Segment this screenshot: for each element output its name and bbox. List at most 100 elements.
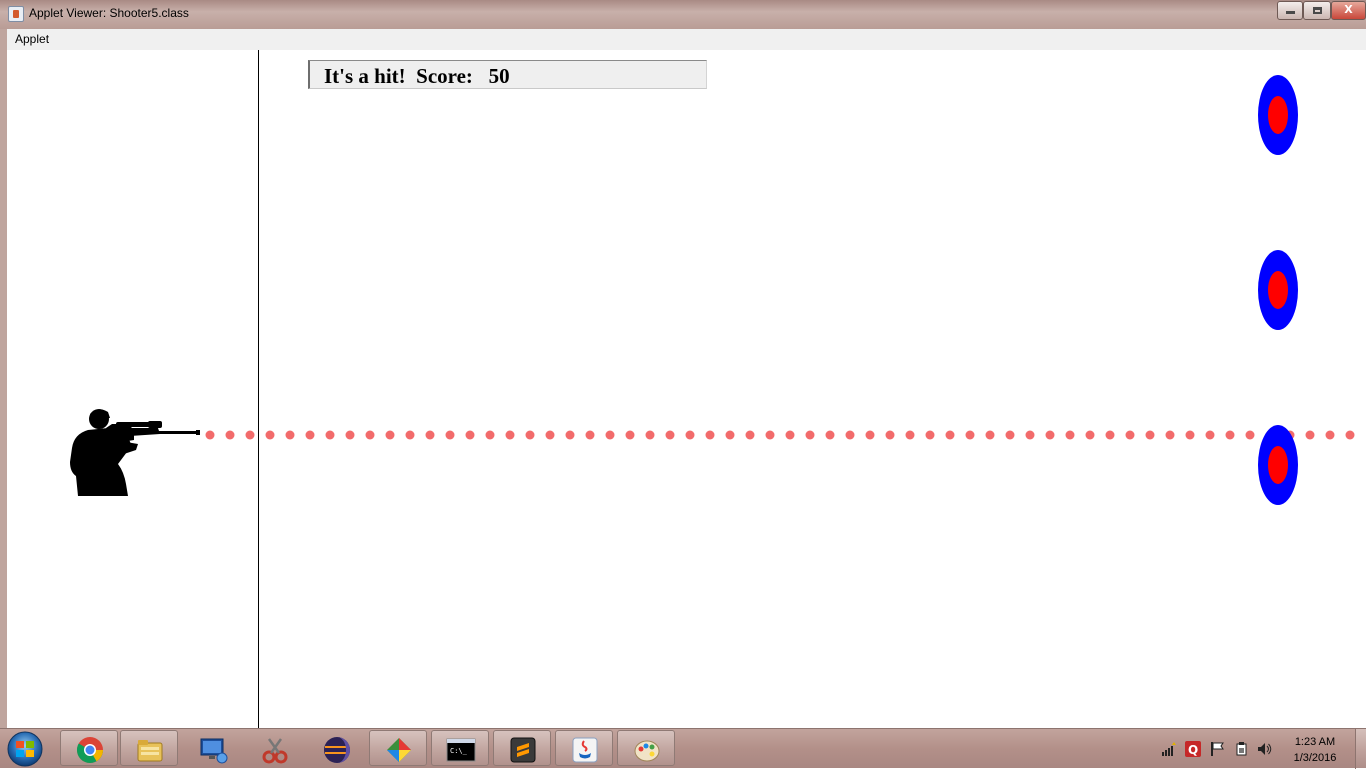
bullseye-target bbox=[1258, 75, 1298, 155]
bullet-dot bbox=[465, 430, 475, 440]
status-box: It's a hit! Score: 50 bbox=[308, 60, 707, 89]
bullet-dot bbox=[1205, 430, 1215, 440]
q-app-icon[interactable]: Q bbox=[1185, 741, 1201, 757]
bullet-dot bbox=[705, 430, 715, 440]
windows-start-orb-icon[interactable] bbox=[4, 730, 46, 768]
file-explorer-icon bbox=[137, 740, 163, 762]
taskbar-chrome-button[interactable] bbox=[60, 730, 118, 766]
taskbar-remote-desktop-button[interactable] bbox=[183, 730, 241, 766]
svg-text:Q: Q bbox=[1188, 743, 1198, 757]
bullet-dot bbox=[1305, 430, 1315, 440]
network-icon[interactable] bbox=[1161, 741, 1177, 757]
maximize-button[interactable] bbox=[1303, 1, 1331, 20]
bullet-dot bbox=[425, 430, 435, 440]
taskbar-clock[interactable]: 1:23 AM 1/3/2016 bbox=[1283, 734, 1347, 766]
bullseye-target bbox=[1258, 425, 1298, 505]
bullet-dot bbox=[905, 430, 915, 440]
bullet-dot bbox=[1065, 430, 1075, 440]
clock-time: 1:23 AM bbox=[1294, 736, 1336, 748]
remote-desktop-icon bbox=[200, 738, 228, 764]
show-desktop-button[interactable] bbox=[1355, 729, 1366, 769]
window-title-bar[interactable]: Applet Viewer: Shooter5.class X bbox=[0, 0, 1366, 29]
command-prompt-icon: C:\_ bbox=[446, 738, 476, 762]
bullet-dot bbox=[605, 430, 615, 440]
bullet-dot bbox=[305, 430, 315, 440]
bullet-dot bbox=[1025, 430, 1035, 440]
window-title: Applet Viewer: Shooter5.class bbox=[29, 6, 189, 20]
boundary-line bbox=[258, 50, 259, 728]
bullet-dot bbox=[965, 430, 975, 440]
bullet-dot bbox=[1125, 430, 1135, 440]
target-center bbox=[1268, 271, 1288, 309]
bullet-dot bbox=[885, 430, 895, 440]
bullet-dot bbox=[665, 430, 675, 440]
bullet-dot bbox=[285, 430, 295, 440]
bullet-dot bbox=[1105, 430, 1115, 440]
bullet-dot bbox=[925, 430, 935, 440]
volume-icon[interactable] bbox=[1257, 741, 1273, 757]
bullet-dot bbox=[1005, 430, 1015, 440]
minimize-icon bbox=[1285, 11, 1295, 14]
taskbar-command-prompt-button[interactable]: C:\_ bbox=[431, 730, 489, 766]
status-text: It's a hit! Score: 50 bbox=[324, 64, 510, 88]
taskbar-sublime-text-button[interactable] bbox=[493, 730, 551, 766]
bullet-dot bbox=[365, 430, 375, 440]
bullet-dot bbox=[625, 430, 635, 440]
bullet-dot bbox=[725, 430, 735, 440]
bullet-dot bbox=[685, 430, 695, 440]
bullseye-target bbox=[1258, 250, 1298, 330]
paint-icon bbox=[634, 740, 660, 762]
bullet-dot bbox=[325, 430, 335, 440]
bullet-dot bbox=[865, 430, 875, 440]
bullet-dot bbox=[945, 430, 955, 440]
bullet-dot bbox=[805, 430, 815, 440]
taskbar-explorer-button[interactable] bbox=[120, 730, 178, 766]
bullet-dot bbox=[785, 430, 795, 440]
taskbar-java-button[interactable] bbox=[555, 730, 613, 766]
bullet-dot bbox=[765, 430, 775, 440]
bullet-dot bbox=[1045, 430, 1055, 440]
target-center bbox=[1268, 446, 1288, 484]
bullet-dot bbox=[1225, 430, 1235, 440]
rifle-shooter-silhouette bbox=[70, 409, 200, 496]
java-icon bbox=[572, 737, 598, 763]
close-button[interactable]: X bbox=[1331, 1, 1366, 20]
bullet-dot bbox=[405, 430, 415, 440]
taskbar-snipping-tool-button[interactable] bbox=[245, 730, 303, 766]
bullet-dot bbox=[445, 430, 455, 440]
snipping-tool-icon bbox=[262, 738, 288, 764]
bullet-dot bbox=[505, 430, 515, 440]
bullet-dot bbox=[385, 430, 395, 440]
bullet-dot bbox=[565, 430, 575, 440]
bullet-dot bbox=[985, 430, 995, 440]
bullet-dot bbox=[485, 430, 495, 440]
taskbar-gadget-app-button[interactable] bbox=[369, 730, 427, 766]
bullet-dot bbox=[825, 430, 835, 440]
bullet-dot bbox=[525, 430, 535, 440]
minimize-button[interactable] bbox=[1277, 1, 1303, 20]
bullet-dot bbox=[245, 430, 255, 440]
bullet-dot bbox=[205, 430, 215, 440]
power-icon[interactable] bbox=[1233, 741, 1249, 757]
bullet-trail bbox=[205, 430, 1355, 440]
applet-canvas[interactable] bbox=[0, 50, 1366, 728]
taskbar-eclipse-button[interactable] bbox=[307, 730, 365, 766]
bullet-dot bbox=[345, 430, 355, 440]
maximize-icon bbox=[1312, 7, 1322, 14]
action-center-flag-icon[interactable] bbox=[1209, 741, 1225, 757]
bullet-dot bbox=[1185, 430, 1195, 440]
bullet-dot bbox=[745, 430, 755, 440]
eclipse-icon bbox=[324, 737, 350, 763]
sublime-text-icon bbox=[510, 737, 536, 763]
bullet-dot bbox=[545, 430, 555, 440]
bullet-dot bbox=[1345, 430, 1355, 440]
bullet-dot bbox=[1165, 430, 1175, 440]
bullet-dot bbox=[265, 430, 275, 440]
menu-applet[interactable]: Applet bbox=[15, 32, 49, 46]
bullet-dot bbox=[1245, 430, 1255, 440]
taskbar: C:\_ Q 1:23 AM 1/3/2016 bbox=[0, 728, 1366, 769]
menu-bar: Applet bbox=[0, 29, 1366, 50]
taskbar-paint-button[interactable] bbox=[617, 730, 675, 766]
java-applet-icon bbox=[8, 6, 24, 22]
bullet-dot bbox=[1145, 430, 1155, 440]
